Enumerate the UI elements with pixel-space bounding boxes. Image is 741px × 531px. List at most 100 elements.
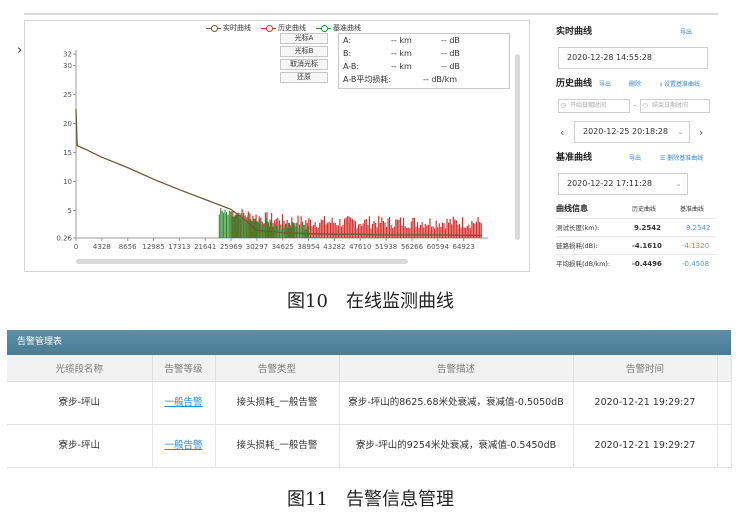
column-header-level[interactable]: 告警等级 bbox=[152, 355, 216, 382]
legend-item-baseline[interactable]: 基准曲线 bbox=[316, 23, 361, 33]
end-datetime-input[interactable]: ◷ 结束日期时间 bbox=[640, 99, 710, 113]
x-tick-label: 51938 bbox=[375, 243, 397, 251]
start-datetime-input[interactable]: ◷ 开始日期时间 bbox=[558, 99, 630, 113]
info-label: 链路损耗(dB): bbox=[556, 242, 598, 250]
y-tick-label: 32 bbox=[63, 51, 72, 59]
end-placeholder: 结束日期时间 bbox=[652, 102, 689, 109]
cursor-a-button[interactable]: 光标A bbox=[280, 33, 328, 44]
legend-item-history[interactable]: 历史曲线 bbox=[261, 23, 306, 33]
column-header-type[interactable]: 告警类型 bbox=[215, 355, 340, 382]
history-set-baseline-link[interactable]: ⭳ 设置基准曲线 bbox=[660, 82, 700, 88]
realtime-series-line bbox=[75, 109, 482, 237]
cell-alarm-level-link[interactable]: 一般告警 bbox=[152, 381, 216, 425]
info-baseline-value: 9.2542 bbox=[686, 224, 711, 232]
measure-km: -- km bbox=[391, 36, 412, 45]
realtime-export-link[interactable]: 导出 bbox=[680, 30, 692, 36]
x-tick-label: 47610 bbox=[349, 243, 371, 251]
x-tick-label: 34625 bbox=[272, 243, 294, 251]
info-label: 平均损耗(dB/km): bbox=[556, 260, 611, 268]
x-tick-label: 56266 bbox=[401, 243, 424, 251]
clock-icon: ◷ bbox=[561, 102, 567, 109]
x-tick-label: 8656 bbox=[119, 243, 137, 251]
cell-alarm-time: 2020-12-21 19:29:27 bbox=[573, 424, 718, 468]
col-history-header: 历史曲线 bbox=[632, 206, 657, 213]
info-baseline-value: -0.4508 bbox=[682, 260, 710, 268]
cursor-button-group: 光标A 光标B 取消光标 还原 bbox=[280, 33, 328, 83]
history-curve-title: 历史曲线 bbox=[556, 79, 593, 89]
info-divider bbox=[556, 218, 716, 219]
y-tick-label: 15 bbox=[63, 149, 72, 157]
y-tick-label: 5 bbox=[68, 207, 72, 215]
x-tick-label: 25969 bbox=[220, 243, 242, 251]
x-tick-label: 12985 bbox=[142, 243, 164, 251]
legend-swatch-realtime bbox=[206, 25, 221, 32]
cell-segment-name: 寮步-坪山 bbox=[7, 381, 153, 425]
delete-baseline-link[interactable]: ☰ 删除基准曲线 bbox=[660, 156, 703, 162]
legend-item-realtime[interactable]: 实时曲线 bbox=[206, 23, 251, 33]
restore-button[interactable]: 还原 bbox=[280, 72, 328, 83]
legend-swatch-baseline bbox=[316, 25, 331, 32]
cell-alarm-type: 接头损耗_一般告警 bbox=[215, 424, 340, 468]
x-tick-label: 30297 bbox=[246, 243, 268, 251]
legend-label: 历史曲线 bbox=[278, 24, 306, 32]
realtime-time-field[interactable]: 2020-12-28 14:55:28 bbox=[558, 47, 708, 69]
info-baseline-value: -4.1320 bbox=[682, 242, 710, 250]
cell-extra bbox=[717, 381, 732, 425]
y-tick-label: 10 bbox=[63, 178, 72, 186]
figure-10-caption: 图10 在线监测曲线 bbox=[287, 291, 454, 312]
measure-km: -- km bbox=[391, 49, 412, 58]
legend-swatch-history bbox=[261, 25, 276, 32]
curve-info-title: 曲线信息 bbox=[556, 204, 588, 213]
start-placeholder: 开始日期时间 bbox=[570, 102, 607, 109]
x-tick-label: 0 bbox=[74, 243, 78, 251]
measure-db: -- dB bbox=[441, 62, 460, 71]
cell-segment-name: 寮步-坪山 bbox=[7, 424, 153, 468]
baseline-time-select[interactable]: 2020-12-22 17:11:28 ⌄ bbox=[558, 173, 688, 195]
info-divider bbox=[556, 236, 716, 237]
cell-alarm-level-link[interactable]: 一般告警 bbox=[152, 424, 216, 468]
column-header-description[interactable]: 告警描述 bbox=[339, 355, 574, 382]
cursor-b-button[interactable]: 光标B bbox=[280, 46, 328, 57]
clock-icon: ◷ bbox=[643, 102, 649, 109]
x-tick-label: 38954 bbox=[297, 243, 320, 251]
set-baseline-label: 设置基准曲线 bbox=[664, 81, 701, 88]
baseline-export-link[interactable]: 导出 bbox=[629, 156, 641, 162]
figure-11-caption: 图11 告警信息管理 bbox=[287, 489, 454, 510]
y-tick-label: 30 bbox=[63, 62, 72, 70]
legend-label: 基准曲线 bbox=[333, 24, 361, 32]
cell-alarm-description: 寮步-坪山的9254米处衰减，衰减值-0.5450dB bbox=[339, 424, 574, 468]
info-history-value: -0.4496 bbox=[632, 260, 662, 268]
column-header-time[interactable]: 告警时间 bbox=[573, 355, 718, 382]
history-export-link[interactable]: 导出 bbox=[599, 82, 611, 88]
history-time-select[interactable]: 2020-12-25 20:18:28 ⌄ bbox=[574, 121, 690, 143]
prev-arrow-icon[interactable]: ‹ bbox=[560, 127, 564, 138]
chart-vertical-scrollbar[interactable] bbox=[515, 54, 520, 240]
table-row[interactable]: 寮步-坪山 一般告警 接头损耗_一般告警 寮步-坪山的8625.68米处衰减，衰… bbox=[7, 381, 732, 425]
chevron-down-icon: ⌄ bbox=[677, 127, 684, 136]
next-arrow-icon[interactable]: › bbox=[699, 127, 703, 138]
date-range-separator: – bbox=[633, 101, 637, 109]
history-time-value: 2020-12-25 20:18:28 bbox=[583, 127, 668, 136]
measure-db: -- dB bbox=[441, 49, 460, 58]
cancel-cursor-button[interactable]: 取消光标 bbox=[280, 59, 328, 70]
baseline-time-value: 2020-12-22 17:11:28 bbox=[567, 179, 652, 188]
history-delete-link[interactable]: 删除 bbox=[629, 82, 641, 88]
measure-km: -- km bbox=[391, 62, 412, 71]
cell-alarm-type: 接头损耗_一般告警 bbox=[215, 381, 340, 425]
column-header-extra bbox=[717, 355, 732, 382]
chevron-down-icon: ⌄ bbox=[675, 179, 682, 188]
x-tick-label: 64923 bbox=[453, 243, 475, 251]
measure-label: A: bbox=[343, 36, 352, 45]
chart-horizontal-scrollbar[interactable] bbox=[76, 259, 408, 264]
realtime-curve-title: 实时曲线 bbox=[556, 27, 593, 37]
col-baseline-header: 基准曲线 bbox=[680, 206, 705, 213]
column-header-segment[interactable]: 光缆段名称 bbox=[7, 355, 153, 382]
info-history-value: -4.1610 bbox=[632, 242, 662, 250]
info-history-value: 9.2542 bbox=[634, 224, 662, 232]
info-divider bbox=[556, 254, 716, 255]
table-row[interactable]: 寮步-坪山 一般告警 接头损耗_一般告警 寮步-坪山的9254米处衰减，衰减值-… bbox=[7, 424, 732, 468]
y-tick-label: 0.26 bbox=[56, 235, 72, 243]
cell-alarm-time: 2020-12-21 19:29:27 bbox=[573, 381, 718, 425]
legend-label: 实时曲线 bbox=[223, 24, 251, 32]
cursor-measurement-box: A: -- km -- dB B: -- km -- dB A-B: -- km… bbox=[338, 33, 510, 89]
